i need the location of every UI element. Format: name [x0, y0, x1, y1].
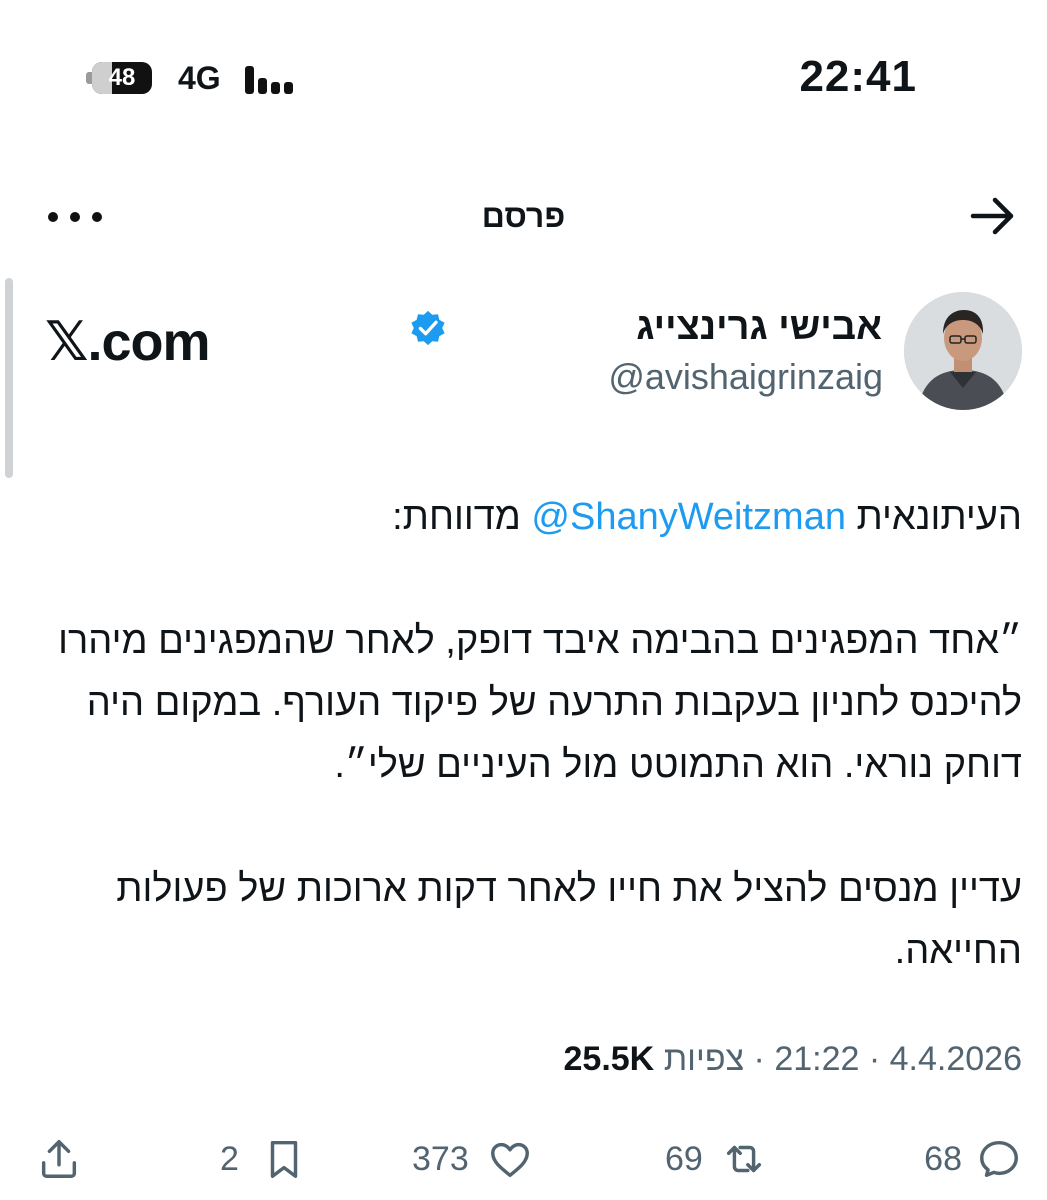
avatar[interactable]	[904, 292, 1022, 410]
arrow-right-icon[interactable]	[969, 192, 1017, 240]
repost-button[interactable]: 69	[665, 1132, 767, 1186]
x-watermark: 𝕏.com	[45, 312, 211, 372]
tweet-text: העיתונאית @ShanyWeitzman מדווחת: ״אחד המ…	[32, 486, 1022, 982]
tweet-time: 21:22	[774, 1040, 860, 1078]
verified-badge-icon	[409, 309, 447, 347]
tweet-intro-suffix: מדווחת:	[392, 496, 532, 538]
status-time: 22:41	[799, 52, 917, 101]
views-label: צפיות	[663, 1040, 745, 1078]
reply-icon	[980, 1140, 1018, 1178]
author-name[interactable]: אבישי גרינצייג	[636, 306, 882, 349]
author-handle[interactable]: @avishaigrinzaig	[608, 356, 883, 398]
like-count: 373	[412, 1139, 469, 1178]
share-icon	[41, 1140, 77, 1178]
tweet-intro-prefix: העיתונאית	[845, 496, 1022, 538]
mention-link[interactable]: @ShanyWeitzman	[531, 496, 846, 538]
bookmark-count: 2	[220, 1139, 239, 1178]
page-title: פרסם	[481, 198, 566, 234]
battery-level: 48	[108, 64, 136, 91]
heart-icon	[490, 1142, 529, 1178]
tweet-update: עדיין מנסים להציל את חייו לאחר דקות ארוכ…	[116, 868, 1022, 972]
battery-indicator: 48	[86, 62, 158, 94]
meta-separator: ·	[744, 1040, 775, 1078]
scrollbar[interactable]	[5, 278, 13, 478]
tweet-date: 4.4.2026	[889, 1040, 1022, 1078]
reply-button[interactable]: 68	[924, 1132, 1022, 1186]
reply-count: 68	[924, 1139, 962, 1178]
repost-count: 69	[665, 1139, 703, 1178]
network-label: 4G	[178, 60, 221, 96]
tweet-meta: 4.4.2026 · 21:22 · צפיות 25.5K	[564, 1040, 1023, 1079]
tweet-quote: ״אחד המפגינים בהבימה איבד דופק, לאחר שהמ…	[58, 620, 1022, 786]
signal-icon	[245, 64, 297, 94]
bookmark-button[interactable]: 2	[220, 1132, 307, 1186]
views-count[interactable]: 25.5K	[564, 1040, 655, 1078]
meta-separator: ·	[859, 1040, 890, 1078]
repost-icon	[726, 1145, 761, 1173]
share-button[interactable]	[36, 1132, 82, 1186]
like-button[interactable]: 373	[412, 1132, 533, 1186]
bookmark-icon	[270, 1140, 298, 1178]
tweet-intro: העיתונאית @ShanyWeitzman מדווחת:	[32, 486, 1022, 548]
